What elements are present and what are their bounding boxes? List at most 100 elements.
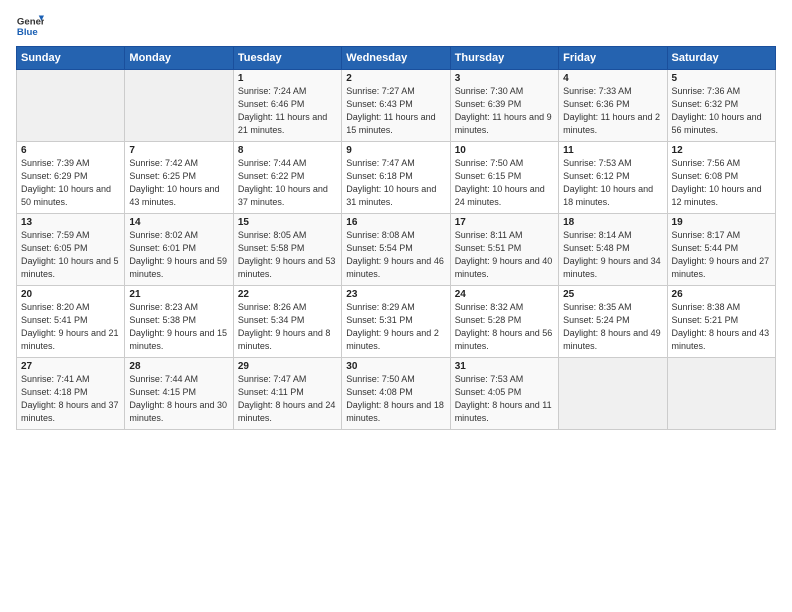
calendar-cell: 9Sunrise: 7:47 AMSunset: 6:18 PMDaylight… [342, 142, 450, 214]
day-info: Sunrise: 8:08 AMSunset: 5:54 PMDaylight:… [346, 229, 445, 281]
day-number: 7 [129, 145, 228, 156]
day-number: 2 [346, 73, 445, 84]
day-number: 22 [238, 289, 337, 300]
day-number: 9 [346, 145, 445, 156]
calendar-cell: 25Sunrise: 8:35 AMSunset: 5:24 PMDayligh… [559, 286, 667, 358]
week-row-3: 13Sunrise: 7:59 AMSunset: 6:05 PMDayligh… [17, 214, 776, 286]
day-info: Sunrise: 8:23 AMSunset: 5:38 PMDaylight:… [129, 301, 228, 353]
day-info: Sunrise: 7:47 AMSunset: 6:18 PMDaylight:… [346, 157, 445, 209]
calendar-cell: 16Sunrise: 8:08 AMSunset: 5:54 PMDayligh… [342, 214, 450, 286]
day-number: 23 [346, 289, 445, 300]
day-info: Sunrise: 8:32 AMSunset: 5:28 PMDaylight:… [455, 301, 554, 353]
day-info: Sunrise: 8:29 AMSunset: 5:31 PMDaylight:… [346, 301, 445, 353]
calendar-cell: 27Sunrise: 7:41 AMSunset: 4:18 PMDayligh… [17, 358, 125, 430]
day-info: Sunrise: 7:50 AMSunset: 6:15 PMDaylight:… [455, 157, 554, 209]
day-number: 21 [129, 289, 228, 300]
calendar-cell: 13Sunrise: 7:59 AMSunset: 6:05 PMDayligh… [17, 214, 125, 286]
calendar-cell: 18Sunrise: 8:14 AMSunset: 5:48 PMDayligh… [559, 214, 667, 286]
day-number: 15 [238, 217, 337, 228]
calendar-cell: 30Sunrise: 7:50 AMSunset: 4:08 PMDayligh… [342, 358, 450, 430]
calendar-cell: 22Sunrise: 8:26 AMSunset: 5:34 PMDayligh… [233, 286, 341, 358]
day-header-wednesday: Wednesday [342, 47, 450, 70]
day-header-sunday: Sunday [17, 47, 125, 70]
day-info: Sunrise: 7:59 AMSunset: 6:05 PMDaylight:… [21, 229, 120, 281]
calendar-cell: 6Sunrise: 7:39 AMSunset: 6:29 PMDaylight… [17, 142, 125, 214]
day-number: 19 [672, 217, 771, 228]
calendar-cell: 28Sunrise: 7:44 AMSunset: 4:15 PMDayligh… [125, 358, 233, 430]
day-info: Sunrise: 7:56 AMSunset: 6:08 PMDaylight:… [672, 157, 771, 209]
week-row-4: 20Sunrise: 8:20 AMSunset: 5:41 PMDayligh… [17, 286, 776, 358]
calendar-cell: 29Sunrise: 7:47 AMSunset: 4:11 PMDayligh… [233, 358, 341, 430]
day-number: 4 [563, 73, 662, 84]
day-info: Sunrise: 8:14 AMSunset: 5:48 PMDaylight:… [563, 229, 662, 281]
day-info: Sunrise: 7:24 AMSunset: 6:46 PMDaylight:… [238, 85, 337, 137]
calendar-cell: 20Sunrise: 8:20 AMSunset: 5:41 PMDayligh… [17, 286, 125, 358]
calendar-cell: 11Sunrise: 7:53 AMSunset: 6:12 PMDayligh… [559, 142, 667, 214]
week-row-1: 1Sunrise: 7:24 AMSunset: 6:46 PMDaylight… [17, 70, 776, 142]
day-info: Sunrise: 8:11 AMSunset: 5:51 PMDaylight:… [455, 229, 554, 281]
calendar-cell: 5Sunrise: 7:36 AMSunset: 6:32 PMDaylight… [667, 70, 775, 142]
calendar-cell: 17Sunrise: 8:11 AMSunset: 5:51 PMDayligh… [450, 214, 558, 286]
day-number: 28 [129, 361, 228, 372]
day-info: Sunrise: 7:44 AMSunset: 6:22 PMDaylight:… [238, 157, 337, 209]
day-number: 27 [21, 361, 120, 372]
calendar-cell: 7Sunrise: 7:42 AMSunset: 6:25 PMDaylight… [125, 142, 233, 214]
day-number: 3 [455, 73, 554, 84]
day-number: 30 [346, 361, 445, 372]
day-info: Sunrise: 7:36 AMSunset: 6:32 PMDaylight:… [672, 85, 771, 137]
calendar-cell: 1Sunrise: 7:24 AMSunset: 6:46 PMDaylight… [233, 70, 341, 142]
day-number: 16 [346, 217, 445, 228]
calendar-cell: 23Sunrise: 8:29 AMSunset: 5:31 PMDayligh… [342, 286, 450, 358]
day-info: Sunrise: 7:44 AMSunset: 4:15 PMDaylight:… [129, 373, 228, 425]
day-info: Sunrise: 8:02 AMSunset: 6:01 PMDaylight:… [129, 229, 228, 281]
day-number: 10 [455, 145, 554, 156]
day-info: Sunrise: 7:53 AMSunset: 4:05 PMDaylight:… [455, 373, 554, 425]
day-info: Sunrise: 7:47 AMSunset: 4:11 PMDaylight:… [238, 373, 337, 425]
svg-text:General: General [17, 16, 44, 27]
calendar-cell: 24Sunrise: 8:32 AMSunset: 5:28 PMDayligh… [450, 286, 558, 358]
calendar-cell: 15Sunrise: 8:05 AMSunset: 5:58 PMDayligh… [233, 214, 341, 286]
day-number: 25 [563, 289, 662, 300]
day-info: Sunrise: 7:41 AMSunset: 4:18 PMDaylight:… [21, 373, 120, 425]
calendar-cell: 12Sunrise: 7:56 AMSunset: 6:08 PMDayligh… [667, 142, 775, 214]
day-number: 1 [238, 73, 337, 84]
day-info: Sunrise: 7:27 AMSunset: 6:43 PMDaylight:… [346, 85, 445, 137]
day-number: 14 [129, 217, 228, 228]
calendar-cell: 21Sunrise: 8:23 AMSunset: 5:38 PMDayligh… [125, 286, 233, 358]
generalblue-logo-icon: General Blue [16, 12, 44, 40]
day-header-thursday: Thursday [450, 47, 558, 70]
day-number: 13 [21, 217, 120, 228]
calendar-cell: 10Sunrise: 7:50 AMSunset: 6:15 PMDayligh… [450, 142, 558, 214]
day-header-tuesday: Tuesday [233, 47, 341, 70]
day-number: 8 [238, 145, 337, 156]
day-number: 26 [672, 289, 771, 300]
day-info: Sunrise: 8:35 AMSunset: 5:24 PMDaylight:… [563, 301, 662, 353]
calendar-cell: 19Sunrise: 8:17 AMSunset: 5:44 PMDayligh… [667, 214, 775, 286]
day-number: 6 [21, 145, 120, 156]
calendar-cell: 31Sunrise: 7:53 AMSunset: 4:05 PMDayligh… [450, 358, 558, 430]
header-row: SundayMondayTuesdayWednesdayThursdayFrid… [17, 47, 776, 70]
calendar-cell: 3Sunrise: 7:30 AMSunset: 6:39 PMDaylight… [450, 70, 558, 142]
day-number: 5 [672, 73, 771, 84]
page: General Blue SundayMondayTuesdayWednesda… [0, 0, 792, 438]
week-row-2: 6Sunrise: 7:39 AMSunset: 6:29 PMDaylight… [17, 142, 776, 214]
day-header-saturday: Saturday [667, 47, 775, 70]
day-number: 17 [455, 217, 554, 228]
calendar-cell [17, 70, 125, 142]
day-number: 11 [563, 145, 662, 156]
day-info: Sunrise: 7:50 AMSunset: 4:08 PMDaylight:… [346, 373, 445, 425]
week-row-5: 27Sunrise: 7:41 AMSunset: 4:18 PMDayligh… [17, 358, 776, 430]
day-number: 31 [455, 361, 554, 372]
day-info: Sunrise: 7:33 AMSunset: 6:36 PMDaylight:… [563, 85, 662, 137]
day-info: Sunrise: 8:26 AMSunset: 5:34 PMDaylight:… [238, 301, 337, 353]
calendar-table: SundayMondayTuesdayWednesdayThursdayFrid… [16, 46, 776, 430]
day-number: 12 [672, 145, 771, 156]
header: General Blue [16, 12, 776, 40]
day-number: 24 [455, 289, 554, 300]
calendar-cell: 4Sunrise: 7:33 AMSunset: 6:36 PMDaylight… [559, 70, 667, 142]
calendar-cell [667, 358, 775, 430]
calendar-cell [559, 358, 667, 430]
day-info: Sunrise: 8:05 AMSunset: 5:58 PMDaylight:… [238, 229, 337, 281]
day-info: Sunrise: 7:39 AMSunset: 6:29 PMDaylight:… [21, 157, 120, 209]
day-number: 18 [563, 217, 662, 228]
